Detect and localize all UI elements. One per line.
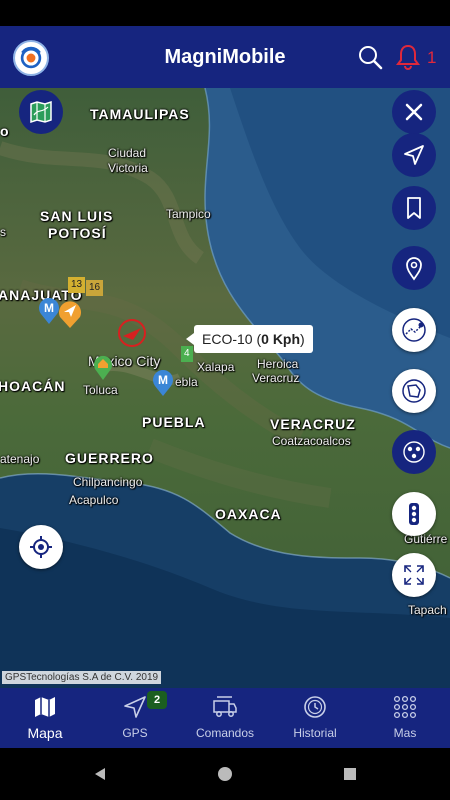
map-label-veracruz: VERACRUZ <box>270 416 356 432</box>
map-terrain <box>0 88 450 688</box>
vehicle-speed: 0 Kph <box>261 331 301 347</box>
history-icon <box>304 696 326 718</box>
map-label-guerrero: GUERRERO <box>65 450 154 466</box>
notification-count: 1 <box>427 48 437 67</box>
app-logo-icon[interactable] <box>13 40 49 76</box>
geofence-map-icon <box>402 379 426 403</box>
navigation-button[interactable] <box>392 133 436 177</box>
crosshair-icon <box>30 536 52 558</box>
gps-arrow-icon <box>124 696 146 718</box>
map-layers-icon <box>30 100 52 124</box>
map-label-cut-left: o <box>0 123 10 139</box>
map-label-veracruz-city: Veracruz <box>252 371 300 385</box>
route-map-button[interactable] <box>392 308 436 352</box>
bookmark-icon <box>407 197 421 219</box>
points-of-interest-button[interactable] <box>392 430 436 474</box>
location-pin-button[interactable] <box>392 246 436 290</box>
map-label-ciudad-victoria: Ciudad <box>108 146 147 160</box>
nav-item-comandos[interactable]: Comandos <box>180 688 270 748</box>
map-label-san-luis: SAN LUIS <box>40 208 114 224</box>
map-label-tamaulipas: TAMAULIPAS <box>90 106 190 122</box>
notification-bell-icon[interactable] <box>394 43 422 71</box>
map-label-heroica: Heroica <box>257 357 299 371</box>
close-button[interactable] <box>392 90 436 134</box>
fullscreen-icon <box>404 565 424 585</box>
system-home-button[interactable] <box>217 766 233 787</box>
nav-label-mas: Mas <box>393 726 417 740</box>
map-label-michoacan: HOACÁN <box>0 378 66 394</box>
bottom-navigation: Mapa GPS 2 Comandos Historial Mas <box>0 688 450 748</box>
map-label-atenajo: atenajo <box>0 452 40 466</box>
map-label-xalapa: Xalapa <box>197 360 235 374</box>
map-label-puebla: PUEBLA <box>142 414 206 430</box>
traffic-light-icon <box>409 503 419 525</box>
map-icon <box>35 697 55 717</box>
svg-text:M: M <box>158 373 168 387</box>
map-label-cut-left-2: s <box>0 225 6 239</box>
bookmark-button[interactable] <box>392 186 436 230</box>
nav-label-comandos: Comandos <box>195 726 255 740</box>
nav-item-historial[interactable]: Historial <box>270 688 360 748</box>
nav-item-mapa[interactable]: Mapa <box>0 688 90 748</box>
system-navigation-bar <box>0 748 450 800</box>
close-icon <box>405 103 423 121</box>
cluster-badge-4[interactable]: 4 <box>181 346 193 362</box>
vehicle-callout[interactable]: ECO-10 (0 Kph) <box>186 325 313 353</box>
geofence-button[interactable] <box>392 369 436 413</box>
my-location-button[interactable] <box>19 525 63 569</box>
nav-label-mapa: Mapa <box>27 725 63 741</box>
map-label-tampico: Tampico <box>166 207 211 221</box>
nav-label-gps: GPS <box>122 726 148 740</box>
status-bar <box>0 0 450 26</box>
cluster-badge-16[interactable]: 16 <box>86 280 104 296</box>
map-label-tapachula: Tapach <box>408 603 447 617</box>
nav-label-historial: Historial <box>293 726 337 740</box>
map-label-oaxaca: OAXACA <box>215 506 282 522</box>
gps-count-badge: 2 <box>147 691 167 709</box>
points-of-interest-icon <box>403 441 425 463</box>
vehicle-name: ECO-10 <box>202 331 253 347</box>
cluster-badge-13[interactable]: 13 <box>68 277 86 293</box>
map-label-chilpancingo: Chilpancingo <box>73 475 143 489</box>
map-label-acapulco: Acapulco <box>69 493 119 507</box>
vehicle-arrow-marker[interactable] <box>57 298 83 333</box>
nav-item-gps[interactable]: GPS 2 <box>90 688 180 748</box>
fullscreen-button[interactable] <box>392 553 436 597</box>
navigation-arrow-icon <box>404 145 424 165</box>
map-label-coatzacoalcos: Coatzacoalcos <box>272 434 351 448</box>
map-label-ciudad-victoria-2: Victoria <box>108 161 148 175</box>
location-pin-icon <box>406 257 422 281</box>
traffic-button[interactable] <box>392 492 436 536</box>
m-station-marker-2[interactable]: M <box>151 368 175 401</box>
stopped-vehicle-marker[interactable] <box>117 318 147 353</box>
map-label-puebla-city: ebla <box>175 375 198 389</box>
truck-commands-icon <box>213 696 237 717</box>
map-label-potosi: POTOSÍ <box>48 225 107 241</box>
route-map-icon <box>402 318 426 342</box>
satellite-map[interactable]: TAMAULIPAS Ciudad Victoria Tampico SAN L… <box>0 88 450 688</box>
home-marker[interactable] <box>92 352 114 385</box>
app-header: MagniMobile 1 <box>0 26 450 88</box>
map-copyright: GPSTecnologías S.A de C.V. 2019 <box>2 671 162 684</box>
grid-more-icon <box>393 695 417 719</box>
map-label-toluca: Toluca <box>83 383 118 397</box>
system-back-button[interactable] <box>92 766 108 787</box>
system-recents-button[interactable] <box>342 766 358 787</box>
nav-item-mas[interactable]: Mas <box>360 688 450 748</box>
map-layers-button[interactable] <box>19 90 63 134</box>
search-icon[interactable] <box>357 44 383 70</box>
svg-text:M: M <box>44 301 54 315</box>
